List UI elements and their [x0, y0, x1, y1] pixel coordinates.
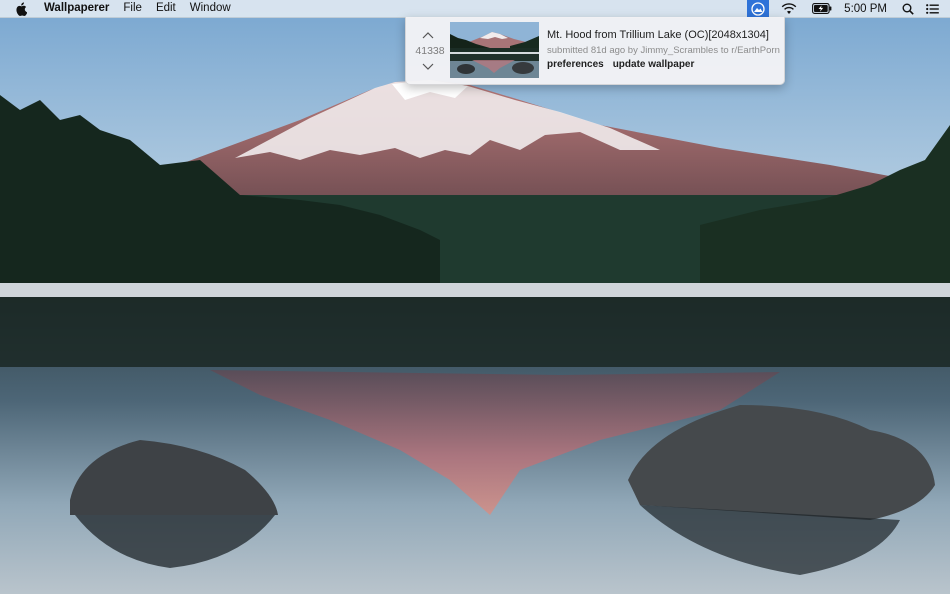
- menu-bar: Wallpaperer File Edit Window 5:00 PM: [0, 0, 950, 18]
- post-title[interactable]: Mt. Hood from Trillium Lake (OC)[2048x13…: [547, 29, 769, 41]
- upvote-chevron-up-icon[interactable]: [419, 29, 437, 41]
- apple-logo-icon[interactable]: [15, 1, 29, 16]
- menu-window[interactable]: Window: [183, 0, 238, 17]
- spotlight-search-icon[interactable]: [901, 0, 915, 17]
- preferences-button[interactable]: preferences: [547, 59, 604, 70]
- battery-charging-icon[interactable]: [812, 0, 832, 17]
- vote-controls: 41338: [410, 23, 446, 79]
- menu-clock[interactable]: 5:00 PM: [844, 3, 887, 15]
- post-meta: submitted 81d ago by Jimmy_Scrambles to …: [547, 45, 780, 56]
- wallpaperer-status-icon[interactable]: [747, 0, 770, 17]
- menu-edit[interactable]: Edit: [149, 0, 183, 17]
- update-wallpaper-button[interactable]: update wallpaper: [613, 59, 695, 70]
- score-count: 41338: [415, 45, 445, 57]
- desktop-wallpaper: [0, 0, 950, 594]
- panel-actions: preferences update wallpaper: [547, 59, 703, 70]
- menu-file[interactable]: File: [116, 0, 149, 17]
- desktop: Wallpaperer File Edit Window 5:00 PM 413…: [0, 0, 950, 594]
- downvote-chevron-down-icon[interactable]: [419, 61, 437, 73]
- wifi-icon[interactable]: [780, 0, 798, 17]
- wallpaper-thumbnail[interactable]: [450, 22, 539, 78]
- wallpaper-info-panel: 41338 Mt. Hood from Trillium Lake (OC)[2…: [405, 17, 785, 85]
- notification-center-icon[interactable]: [925, 0, 939, 17]
- menu-app-name[interactable]: Wallpaperer: [41, 0, 116, 17]
